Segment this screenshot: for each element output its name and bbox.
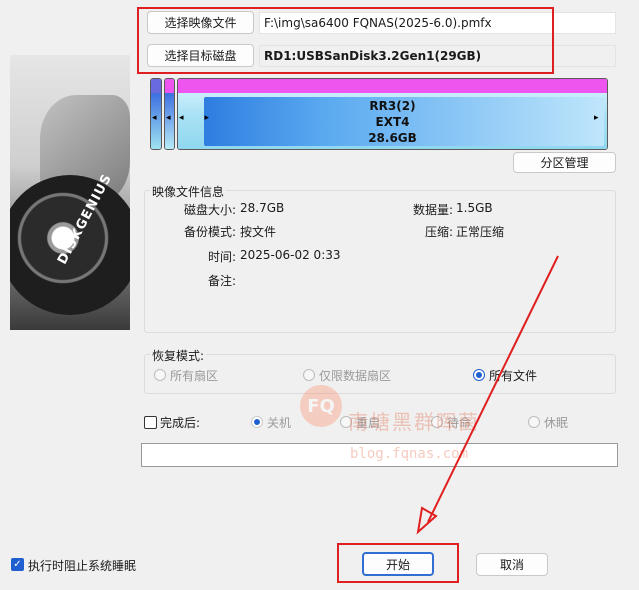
backup-mode-label: 备份模式:: [184, 225, 237, 239]
prevent-sleep-label: 执行时阻止系统睡眠: [28, 559, 137, 573]
start-highlight-box: [337, 543, 459, 583]
after-shutdown-radio[interactable]: [251, 416, 263, 428]
partition-segment-1[interactable]: ◂: [150, 78, 162, 150]
backup-mode-value: 按文件: [240, 225, 277, 239]
after-hibernate-label: 休眠: [544, 416, 569, 430]
after-standby-radio[interactable]: [431, 416, 443, 428]
after-restart-label: 重启: [356, 416, 381, 430]
restore-data-sectors-label: 仅限数据扇区: [319, 369, 392, 383]
compress-value: 正常压缩: [456, 225, 505, 239]
disk-size-label: 磁盘大小:: [184, 203, 237, 217]
partition-segment-main[interactable]: ◂ ▸ ▸ RR3(2) EXT4 28.6GB: [177, 78, 608, 150]
restore-all-sectors-radio[interactable]: [154, 369, 166, 381]
note-label: 备注:: [208, 274, 237, 288]
after-hibernate-radio[interactable]: [528, 416, 540, 428]
compress-label: 压缩:: [425, 225, 454, 239]
prevent-sleep-checkbox[interactable]: ✓: [11, 558, 24, 571]
progress-field: [141, 443, 618, 467]
data-size-value: 1.5GB: [456, 201, 493, 215]
after-complete-checkbox[interactable]: [144, 416, 157, 429]
time-label: 时间:: [208, 250, 237, 264]
data-size-label: 数据量:: [413, 203, 454, 217]
after-standby-label: 待命: [447, 416, 472, 430]
partition-fs-label: EXT4: [375, 115, 410, 129]
partition-name-label: RR3(2): [369, 99, 416, 113]
cancel-button[interactable]: 取消: [476, 553, 548, 576]
disk-size-value: 28.7GB: [240, 201, 285, 215]
top-highlight-box: [137, 7, 554, 74]
diskgenius-hdd-art: DISKGENIUS: [10, 55, 130, 330]
partition-segment-2[interactable]: ◂: [164, 78, 175, 150]
restore-all-sectors-label: 所有扇区: [170, 369, 219, 383]
restore-mode-title: 恢复模式:: [150, 347, 207, 364]
after-shutdown-label: 关机: [267, 416, 292, 430]
after-restart-radio[interactable]: [340, 416, 352, 428]
restore-all-files-radio[interactable]: [473, 369, 485, 381]
image-info-title: 映像文件信息: [150, 183, 227, 200]
time-value: 2025-06-02 0:33: [240, 248, 341, 262]
restore-all-files-label: 所有文件: [489, 369, 538, 383]
after-complete-label: 完成后:: [160, 416, 201, 430]
partition-manage-button[interactable]: 分区管理: [513, 152, 616, 173]
partition-size-label: 28.6GB: [368, 131, 417, 145]
partition-bar[interactable]: ◂ ◂ ◂ ▸ ▸ RR3(2) EXT4 28.6GB: [150, 78, 608, 150]
restore-data-sectors-radio[interactable]: [303, 369, 315, 381]
